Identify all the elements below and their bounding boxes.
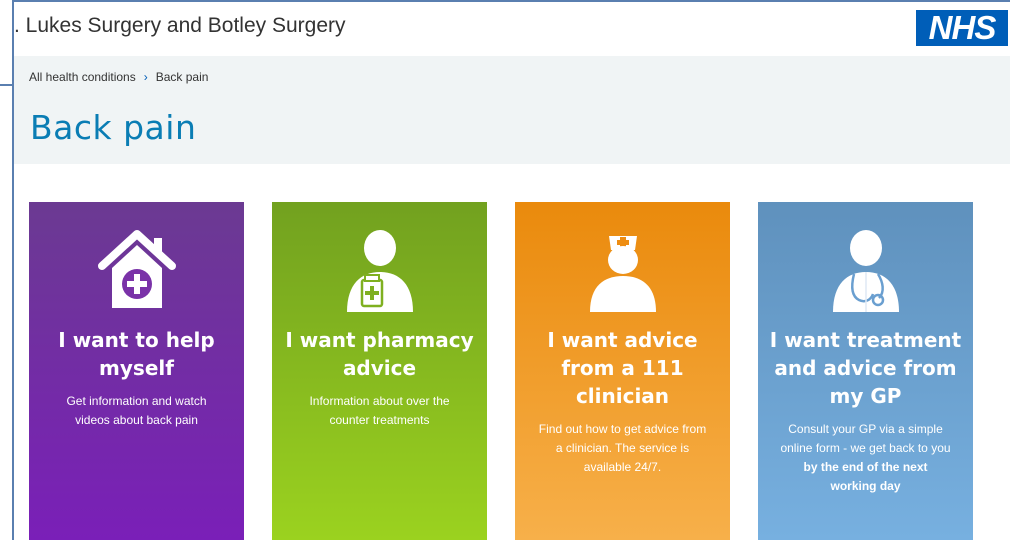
window-frame-notch [0, 84, 14, 86]
card-description: Find out how to get advice from a clinic… [538, 422, 707, 474]
card-description-bold: by the end of the next working day [803, 460, 928, 493]
card-title: I want treatment and advice from my GP [769, 328, 962, 408]
surgery-name[interactable]: . Lukes Surgery and Botley Surgery [14, 14, 346, 38]
home-medical-icon [29, 224, 244, 314]
nhs-logo[interactable]: NHS [916, 10, 1008, 46]
nurse-icon [515, 224, 730, 314]
card-help-myself[interactable]: I want to help myself Get information an… [29, 202, 244, 540]
card-111-clinician[interactable]: I want advice from a 111 clinician Find … [515, 202, 730, 540]
breadcrumb: All health conditions › Back pain [29, 70, 208, 84]
page-title: Back pain [30, 108, 197, 147]
card-description-text: Consult your GP via a simple online form… [780, 422, 951, 455]
breadcrumb-current: Back pain [155, 70, 209, 84]
card-description: Information about over the counter treat… [309, 394, 450, 427]
card-pharmacy-advice[interactable]: I want pharmacy advice Information about… [272, 202, 487, 540]
chevron-right-icon: › [143, 70, 148, 84]
card-title: I want advice from a 111 clinician [547, 328, 698, 408]
card-title: I want to help myself [58, 328, 215, 380]
card-gp-treatment[interactable]: I want treatment and advice from my GP C… [758, 202, 973, 540]
breadcrumb-link-all-conditions[interactable]: All health conditions [29, 70, 136, 84]
card-description: Get information and watch videos about b… [66, 394, 207, 427]
site-header: . Lukes Surgery and Botley Surgery NHS [14, 2, 1010, 56]
doctor-stethoscope-icon [758, 224, 973, 314]
card-title: I want pharmacy advice [285, 328, 474, 380]
page-banner: All health conditions › Back pain Back p… [14, 56, 1010, 164]
pharmacist-icon [272, 224, 487, 314]
card-description: Consult your GP via a simple online form… [780, 420, 951, 496]
